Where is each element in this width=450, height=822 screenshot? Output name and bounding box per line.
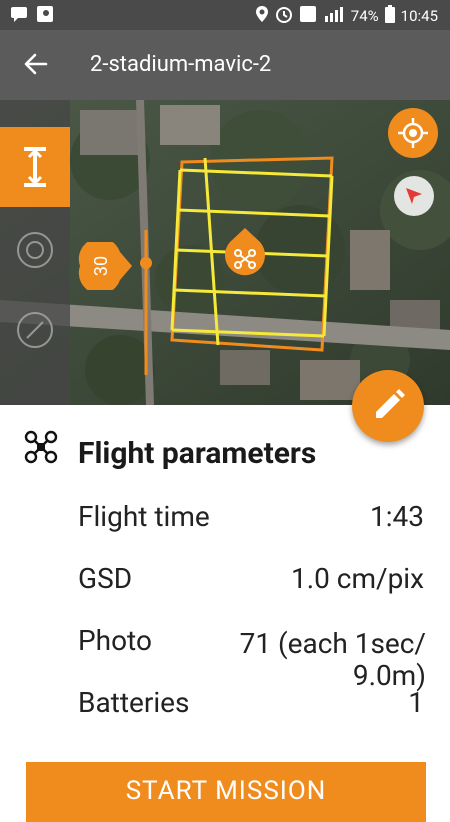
batteries-value: 1: [408, 686, 424, 719]
drone-position-marker[interactable]: [222, 228, 268, 280]
flight-time-value: 1:43: [370, 500, 424, 533]
flight-time-label: Flight time: [78, 500, 210, 533]
flight-parameters-heading: Flight parameters: [78, 436, 317, 471]
system-icons: 74% 10:45: [255, 5, 438, 27]
map-notification-icon: [36, 5, 54, 27]
altitude-slider-handle[interactable]: 30: [76, 237, 132, 295]
start-mission-button[interactable]: START MISSION: [26, 762, 426, 822]
top-app-bar: 2-stadium-mavic-2: [0, 30, 450, 100]
camera-aperture-icon: [26, 241, 44, 259]
map-mode-panel: [0, 100, 70, 405]
altitude-value: 30: [91, 255, 112, 277]
gsd-label: GSD: [78, 562, 133, 595]
compass-icon: [406, 188, 422, 204]
compass-needle-icon: [26, 321, 44, 339]
drone-marker-icon: [225, 228, 265, 276]
gps-target-icon: [398, 118, 428, 148]
drone-icon: [24, 430, 58, 464]
status-bar: 74% 10:45: [0, 0, 450, 30]
alarm-icon: [275, 5, 293, 27]
page-title: 2-stadium-mavic-2: [90, 52, 272, 77]
wifi-call-icon: [299, 5, 317, 27]
gsd-value: 1.0 cm/pix: [291, 562, 424, 595]
vertical-resize-icon: [24, 147, 46, 187]
overlap-mode-button[interactable]: [17, 232, 53, 268]
signal-icon: [323, 6, 345, 26]
arrow-back-icon: [24, 53, 48, 75]
battery-percentage: 74%: [350, 7, 379, 25]
pencil-icon: [376, 389, 405, 418]
clock: 10:45: [400, 7, 438, 25]
direction-mode-button[interactable]: [17, 312, 53, 348]
edit-mission-button[interactable]: [352, 370, 424, 442]
back-button[interactable]: [22, 50, 50, 78]
photo-value: 71 (each 1sec/ 9.0m): [210, 626, 426, 694]
notification-icons: [10, 5, 54, 27]
location-icon: [255, 5, 269, 27]
compass-button[interactable]: [394, 176, 434, 216]
altitude-mode-button[interactable]: [0, 127, 70, 207]
photo-value-line-1: 71 (each 1sec/: [239, 627, 426, 660]
photo-label: Photo: [78, 624, 152, 657]
message-icon: [10, 5, 28, 27]
battery-icon: [384, 5, 395, 27]
batteries-label: Batteries: [78, 686, 190, 719]
my-location-button[interactable]: [388, 108, 438, 158]
photo-value-line-2: 9.0m): [352, 659, 426, 692]
